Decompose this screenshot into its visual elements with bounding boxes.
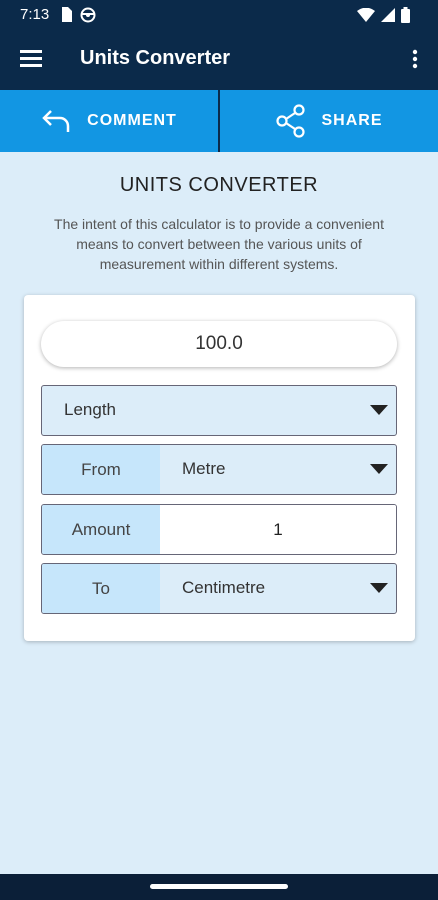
from-unit-value: Metre xyxy=(182,459,226,478)
to-unit-dropdown[interactable]: To Centimetre xyxy=(41,563,397,614)
wifi-icon xyxy=(357,7,375,27)
battery-icon xyxy=(401,7,410,28)
reply-icon xyxy=(42,110,70,132)
share-button[interactable]: SHARE xyxy=(220,90,438,152)
dropdown-arrow-icon xyxy=(370,464,388,474)
category-value: Length xyxy=(64,400,116,419)
app-bar: Units Converter xyxy=(0,30,438,90)
amount-label: Amount xyxy=(42,505,160,554)
converter-card: 100.0 Length From Metre Amount 1 To Cent… xyxy=(24,295,415,641)
share-label: SHARE xyxy=(321,112,383,129)
from-label: From xyxy=(42,445,160,494)
system-nav-bar xyxy=(0,874,438,900)
signal-icon xyxy=(381,8,395,27)
action-bar: COMMENT SHARE xyxy=(0,90,438,152)
to-unit-value: Centimetre xyxy=(182,578,266,597)
to-label: To xyxy=(42,564,160,613)
menu-icon[interactable] xyxy=(20,49,44,71)
result-display: 100.0 xyxy=(41,321,397,367)
steering-icon xyxy=(80,7,96,28)
page-heading: UNITS CONVERTER xyxy=(119,174,319,196)
sim-icon xyxy=(60,7,72,27)
amount-row: Amount 1 xyxy=(41,504,397,555)
app-title: Units Converter xyxy=(80,47,231,69)
dropdown-arrow-icon xyxy=(370,583,388,593)
comment-button[interactable]: COMMENT xyxy=(0,90,218,152)
from-unit-dropdown[interactable]: From Metre xyxy=(41,444,397,495)
page-description: The intent of this calculator is to prov… xyxy=(54,216,384,272)
status-bar: 7:13 xyxy=(0,0,438,30)
status-time: 7:13 xyxy=(20,6,50,23)
overflow-menu-icon[interactable] xyxy=(412,48,418,72)
amount-input[interactable]: 1 xyxy=(160,505,396,554)
share-icon xyxy=(276,104,306,138)
category-dropdown[interactable]: Length xyxy=(41,385,397,436)
gesture-handle[interactable] xyxy=(150,884,288,889)
main-content: UNITS CONVERTER The intent of this calcu… xyxy=(0,152,438,874)
comment-label: COMMENT xyxy=(87,112,177,129)
dropdown-arrow-icon xyxy=(370,405,388,415)
